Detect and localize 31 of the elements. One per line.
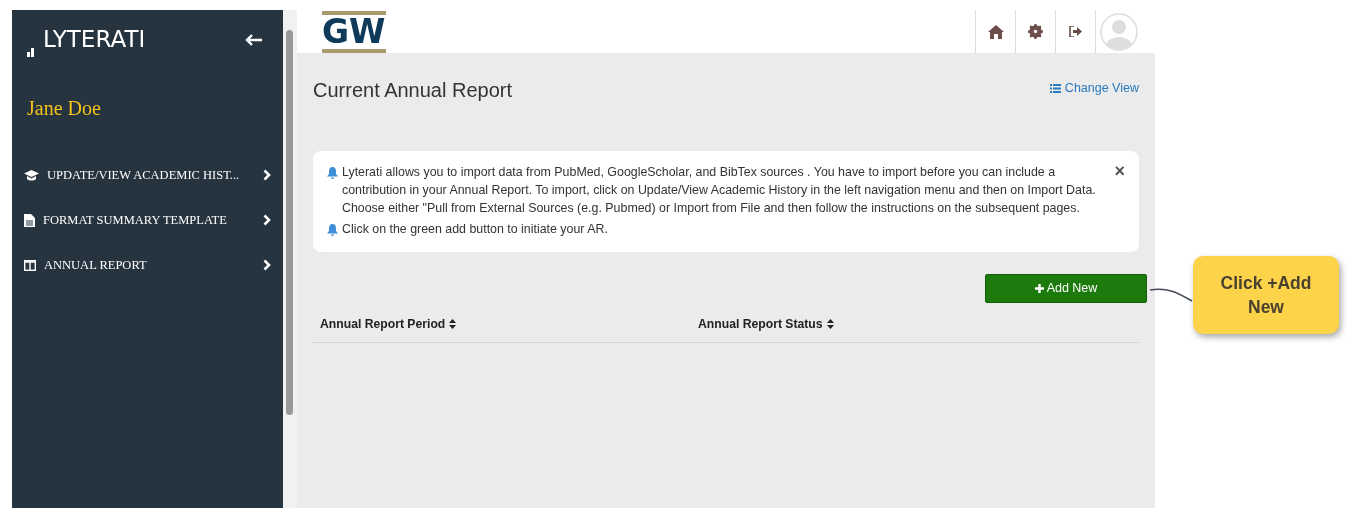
column-header[interactable]: Annual Report Status	[698, 315, 834, 334]
list-icon	[1049, 83, 1061, 93]
page-title: Current Annual Report	[313, 78, 512, 103]
home-icon	[987, 24, 1004, 39]
logo: GW	[322, 10, 386, 53]
nav-item[interactable]: FORMAT SUMMARY TEMPLATE	[12, 197, 283, 243]
chevron-icon	[263, 169, 271, 181]
graduation-cap-icon	[24, 169, 39, 181]
logout-icon	[1069, 26, 1082, 37]
chevron-icon	[263, 214, 271, 226]
bell-icon	[327, 223, 338, 236]
add-new-button[interactable]: Add New	[985, 274, 1147, 303]
document-icon	[24, 213, 35, 227]
user-name: Jane Doe	[26, 95, 102, 121]
nav-item[interactable]: UPDATE/VIEW ACADEMIC HIST...	[12, 152, 283, 198]
logo: LYTERATI	[43, 25, 146, 54]
notice-text: Click on the green add button to initiate your AR.	[342, 221, 608, 238]
column-header[interactable]: Annual Report Period	[320, 315, 698, 334]
plus-icon	[1034, 284, 1044, 293]
callout-note: Click +Add New	[1193, 256, 1339, 334]
notice-text: Lyterati allows you to import data from PubMed, GoogleScholar, and BibTex sources . You have to import before you can include a contribution in your Annual Report. To import, click on Update/View Academic History in the left navigation menu and then on Import Data. Choose either "Pull from External Sources (e.g. Pubmed) or Import from File and then follow the instructions on the subsequent pages.	[342, 164, 1097, 217]
chevron-icon	[263, 259, 271, 271]
nav-item[interactable]: ANNUAL REPORT	[12, 242, 283, 288]
sort-icon	[449, 319, 457, 330]
gear-icon	[1028, 24, 1043, 39]
bell-icon	[327, 166, 338, 179]
change-view-link[interactable]: Change View	[1049, 79, 1139, 98]
columns-icon	[24, 259, 36, 271]
scrollbar-thumb[interactable]	[286, 30, 293, 415]
close-button[interactable]: ×	[1114, 163, 1125, 179]
sort-icon	[826, 319, 834, 330]
